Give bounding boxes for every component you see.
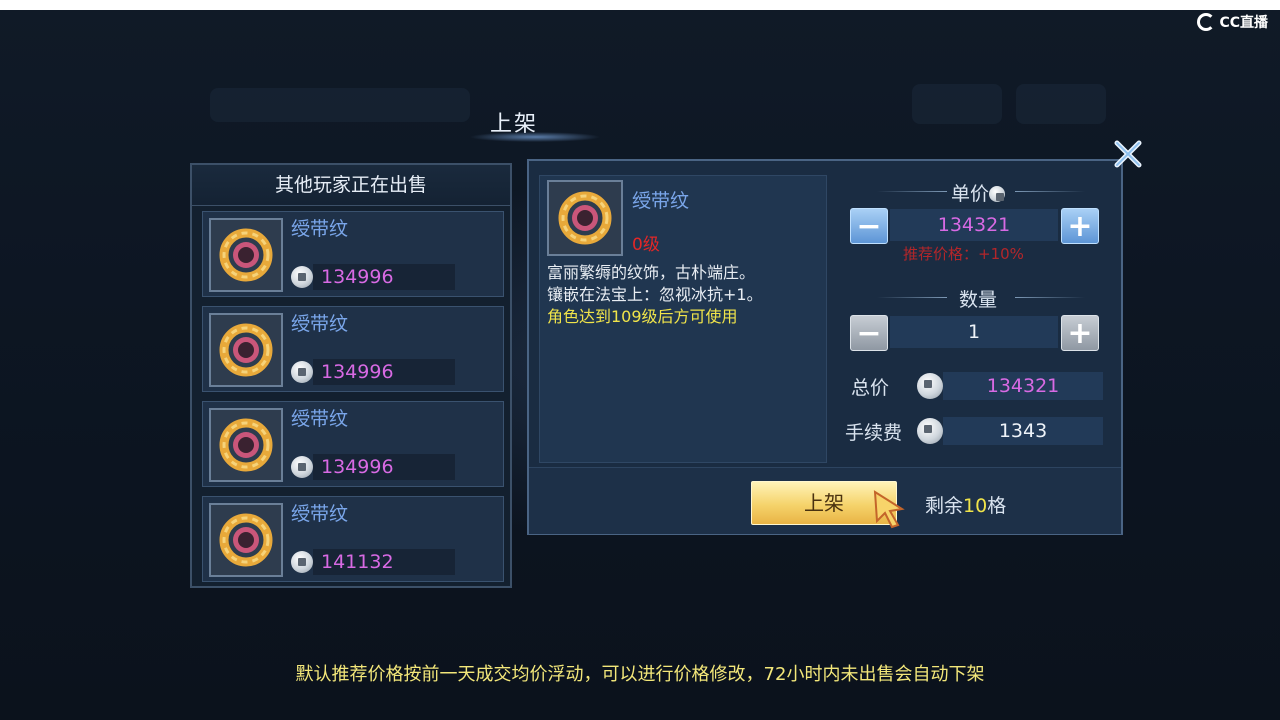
fee-field: 1343 — [943, 417, 1103, 445]
remaining-prefix: 剩余 — [925, 495, 964, 517]
top-strip — [0, 0, 1280, 10]
logo-text: CC直播 — [1219, 15, 1268, 31]
pointer-cursor-icon — [873, 490, 905, 529]
close-icon[interactable] — [1110, 136, 1146, 172]
unit-price-input[interactable]: 134321 — [890, 209, 1058, 241]
listing-price: 134996 — [321, 361, 394, 383]
unit-price-label: 单价 — [951, 179, 1006, 206]
quantity-decrease-button[interactable]: − — [850, 315, 888, 351]
footer-note: 默认推荐价格按前一天成交均价浮动，可以进行价格修改，72小时内未出售会自动下架 — [295, 664, 985, 685]
background-ui-blur — [210, 88, 470, 122]
item-slot — [209, 218, 283, 292]
item-level: 0级 — [632, 235, 660, 255]
total-price-field: 134321 — [943, 372, 1103, 400]
item-detail: 绶带纹 0级 富丽繁缛的纹饰，古朴端庄。 镶嵌在法宝上：忽视冰抗+1。 角色达到… — [539, 175, 827, 463]
decor-line — [877, 191, 947, 192]
remaining-suffix: 格 — [987, 495, 1007, 517]
listing-item[interactable]: 绶带纹 134996 — [202, 211, 504, 297]
listing-item-name: 绶带纹 — [291, 313, 349, 335]
listing-form-panel: 绶带纹 0级 富丽繁缛的纹饰，古朴端庄。 镶嵌在法宝上：忽视冰抗+1。 角色达到… — [527, 159, 1123, 535]
ring-ornament-icon — [219, 228, 273, 282]
total-price-value: 134321 — [986, 375, 1060, 397]
listing-price: 141132 — [321, 551, 394, 573]
coin-icon — [291, 551, 313, 573]
total-label: 总价 — [851, 377, 890, 399]
coin-icon — [917, 418, 943, 444]
fee-value: 1343 — [998, 420, 1048, 442]
item-description-line: 富丽繁缛的纹饰，古朴端庄。 — [547, 263, 756, 282]
other-listings-panel: 其他玩家正在出售 绶带纹 134996 绶带纹 134996 绶带纹 13499… — [190, 163, 512, 588]
decor-line — [1015, 297, 1085, 298]
coin-icon — [291, 361, 313, 383]
background-ui-blur — [912, 84, 1002, 124]
recommend-price-hint: 推荐价格：+10% — [903, 245, 1024, 263]
quantity-increase-button[interactable]: + — [1061, 315, 1099, 351]
listing-item-name: 绶带纹 — [291, 408, 349, 430]
cc-live-logo: CC直播 — [1197, 12, 1268, 32]
quantity-label: 数量 — [959, 289, 998, 311]
item-requirement: 角色达到109级后方可使用 — [547, 307, 738, 326]
listing-price: 134996 — [321, 266, 394, 288]
quantity-input[interactable]: 1 — [890, 316, 1058, 348]
quantity-value: 1 — [967, 321, 981, 343]
cc-logo-icon — [1197, 13, 1216, 31]
ring-ornament-icon — [558, 191, 612, 245]
coin-icon — [291, 456, 313, 478]
ring-ornament-icon — [219, 513, 273, 567]
unit-price-value: 134321 — [937, 214, 1011, 236]
background-ui-blur — [1016, 84, 1106, 124]
other-listings-header: 其他玩家正在出售 — [192, 165, 510, 206]
item-description-line: 镶嵌在法宝上：忽视冰抗+1。 — [547, 285, 763, 304]
decor-line — [877, 297, 947, 298]
price-decrease-button[interactable]: − — [850, 208, 888, 244]
ring-ornament-icon — [219, 418, 273, 472]
item-slot — [209, 313, 283, 387]
unit-price-text: 单价 — [951, 183, 990, 205]
item-slot — [209, 503, 283, 577]
item-slot — [547, 180, 623, 256]
coin-icon — [917, 373, 943, 399]
coin-icon — [291, 266, 313, 288]
coin-icon — [989, 186, 1006, 202]
title-decoration — [470, 130, 600, 144]
fee-label: 手续费 — [845, 422, 903, 444]
remaining-count: 10 — [963, 495, 988, 517]
listing-item-name: 绶带纹 — [291, 218, 349, 240]
listing-item[interactable]: 绶带纹 134996 — [202, 306, 504, 392]
item-slot — [209, 408, 283, 482]
item-name: 绶带纹 — [632, 190, 690, 212]
remaining-slots: 剩余10格 — [925, 491, 1006, 518]
listing-item[interactable]: 绶带纹 141132 — [202, 496, 504, 582]
decor-line — [1015, 191, 1085, 192]
listing-item[interactable]: 绶带纹 134996 — [202, 401, 504, 487]
price-increase-button[interactable]: + — [1061, 208, 1099, 244]
item-description: 富丽繁缛的纹饰，古朴端庄。 镶嵌在法宝上：忽视冰抗+1。 角色达到109级后方可… — [547, 262, 821, 328]
listing-item-name: 绶带纹 — [291, 503, 349, 525]
listing-price: 134996 — [321, 456, 394, 478]
ring-ornament-icon — [219, 323, 273, 377]
